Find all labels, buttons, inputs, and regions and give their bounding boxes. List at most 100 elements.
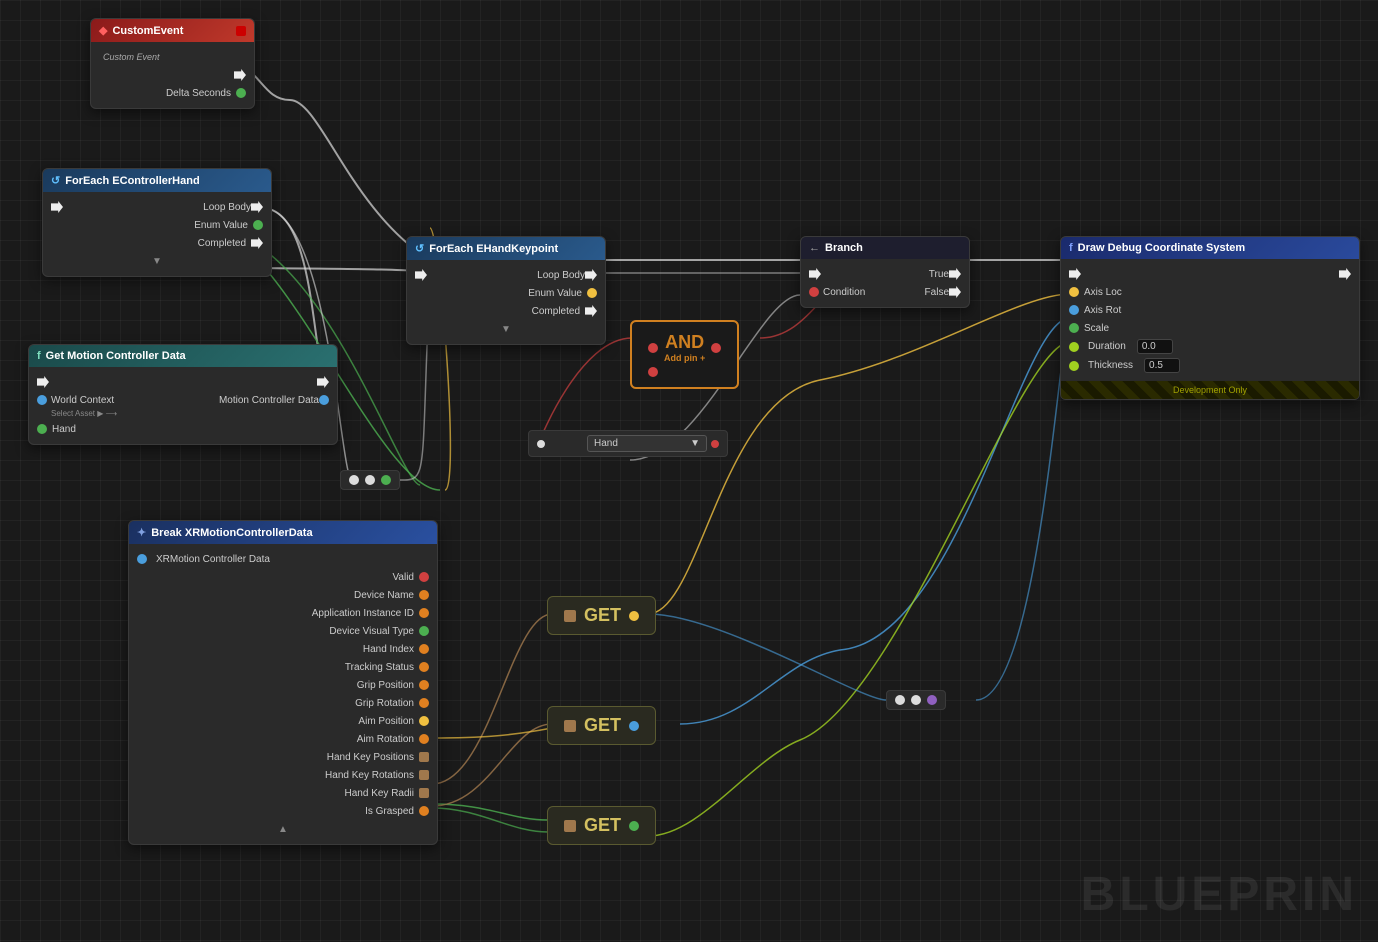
get-node-3: GET: [547, 806, 656, 845]
get2-out-pin[interactable]: [629, 721, 639, 731]
is-grasped-pin[interactable]: [419, 806, 429, 816]
duration-input[interactable]: [1137, 339, 1173, 354]
connector-node-2: [886, 690, 946, 710]
draw-exec-in[interactable]: [1069, 268, 1081, 280]
scale-pin[interactable]: [1069, 323, 1079, 333]
cn1-pin-2[interactable]: [365, 475, 375, 485]
enum-value-label2: Enum Value: [528, 288, 582, 299]
dropdown-out-pin[interactable]: [711, 440, 719, 448]
draw-debug-title: Draw Debug Coordinate System: [1078, 242, 1245, 254]
enum-value-pin[interactable]: [253, 220, 263, 230]
add-pin-label[interactable]: Add pin +: [664, 353, 705, 363]
false-pin[interactable]: [949, 286, 961, 298]
and-out-pin[interactable]: [711, 343, 721, 353]
is-grasped-row: Is Grasped: [129, 802, 437, 820]
dropdown-in-pin[interactable]: [537, 440, 545, 448]
duration-pin[interactable]: [1069, 342, 1079, 352]
cn2-pin-1[interactable]: [895, 695, 905, 705]
world-context-pin[interactable]: [37, 395, 47, 405]
true-pin[interactable]: [949, 268, 961, 280]
loop-body-pin2[interactable]: [585, 269, 597, 281]
enum-value-pin2[interactable]: [587, 288, 597, 298]
condition-pin[interactable]: [809, 287, 819, 297]
aim-rot-row: Aim Rotation: [129, 730, 437, 748]
draw-exec-row: [1061, 265, 1359, 283]
valid-label: Valid: [393, 572, 415, 583]
exec-out-pin[interactable]: [234, 69, 246, 81]
thickness-row: Thickness: [1061, 356, 1359, 375]
get3-out-pin[interactable]: [629, 821, 639, 831]
valid-pin[interactable]: [419, 572, 429, 582]
world-context-label: World Context: [51, 395, 114, 406]
loop-body-pin[interactable]: [251, 201, 263, 213]
completed-pin2[interactable]: [585, 305, 597, 317]
branch-icon: ←: [809, 242, 820, 254]
chevron-down-icon[interactable]: ▼: [152, 256, 162, 267]
tracking-status-pin[interactable]: [419, 662, 429, 672]
hand-key-pos-pin[interactable]: [419, 752, 429, 762]
get-node-1: GET: [547, 596, 656, 635]
cn2-pin-3[interactable]: [927, 695, 937, 705]
completed-row: Completed: [43, 234, 271, 252]
exec-in-pin[interactable]: [51, 201, 63, 213]
get1-out-pin[interactable]: [629, 611, 639, 621]
motion-controller-data-pin[interactable]: [319, 395, 329, 405]
grip-pos-pin[interactable]: [419, 680, 429, 690]
hand-index-pin[interactable]: [419, 644, 429, 654]
get2-label: GET: [584, 715, 621, 736]
get3-in-pin[interactable]: [564, 820, 576, 832]
get2-in-pin[interactable]: [564, 720, 576, 732]
get1-label: GET: [584, 605, 621, 626]
completed-pin[interactable]: [251, 237, 263, 249]
axis-rot-label: Axis Rot: [1084, 305, 1121, 316]
hand-pin[interactable]: [37, 424, 47, 434]
hand-key-rot-label: Hand Key Rotations: [325, 770, 414, 781]
get1-in-pin[interactable]: [564, 610, 576, 622]
hand-key-radii-row: Hand Key Radii: [129, 784, 437, 802]
hand-row: Hand: [29, 420, 337, 438]
device-visual-pin[interactable]: [419, 626, 429, 636]
app-instance-pin[interactable]: [419, 608, 429, 618]
grip-rot-pin[interactable]: [419, 698, 429, 708]
hand-index-label: Hand Index: [363, 644, 414, 655]
get-motion-controller-data-node: f Get Motion Controller Data World Conte…: [28, 344, 338, 445]
refresh-icon: ↺: [51, 174, 60, 187]
exec-in-foreach2[interactable]: [415, 269, 427, 281]
device-name-pin[interactable]: [419, 590, 429, 600]
aim-pos-label: Aim Position: [358, 716, 414, 727]
cn1-pin-3[interactable]: [381, 475, 391, 485]
hand-select[interactable]: Hand ▼: [587, 435, 707, 452]
branch-exec-in[interactable]: [809, 268, 821, 280]
and-second-pin-row: [648, 367, 721, 377]
device-name-label: Device Name: [354, 590, 414, 601]
condition-label: Condition: [823, 287, 865, 298]
hand-key-rot-pin[interactable]: [419, 770, 429, 780]
dropdown-arrow-icon: ▼: [690, 438, 700, 449]
thickness-input[interactable]: [1144, 358, 1180, 373]
xr-data-pin[interactable]: [137, 554, 147, 564]
cn1-pin-1[interactable]: [349, 475, 359, 485]
thickness-pin[interactable]: [1069, 361, 1079, 371]
aim-rot-pin[interactable]: [419, 734, 429, 744]
axis-loc-pin[interactable]: [1069, 287, 1079, 297]
duration-label: Duration: [1088, 341, 1126, 352]
chevron-down-icon-2[interactable]: ▼: [501, 324, 511, 335]
and-node: AND Add pin +: [630, 320, 739, 389]
aim-pos-pin[interactable]: [419, 716, 429, 726]
hand-key-radii-pin[interactable]: [419, 788, 429, 798]
cn2-pin-2[interactable]: [911, 695, 921, 705]
and-in-pin-1[interactable]: [648, 343, 658, 353]
axis-rot-pin[interactable]: [1069, 305, 1079, 315]
exec-in-motion[interactable]: [37, 376, 49, 388]
xr-data-label: XRMotion Controller Data: [156, 554, 270, 565]
true-label: True: [929, 269, 949, 280]
hand-key-pos-row: Hand Key Positions: [129, 748, 437, 766]
draw-exec-out[interactable]: [1339, 268, 1351, 280]
exec-out-motion[interactable]: [317, 376, 329, 388]
delta-seconds-pin[interactable]: [236, 88, 246, 98]
chevron-up-icon[interactable]: ▲: [278, 824, 288, 835]
collapse-row3: ▲: [129, 820, 437, 838]
false-label: False: [925, 287, 949, 298]
and-in-pin-2[interactable]: [648, 367, 658, 377]
thickness-label: Thickness: [1088, 360, 1133, 371]
